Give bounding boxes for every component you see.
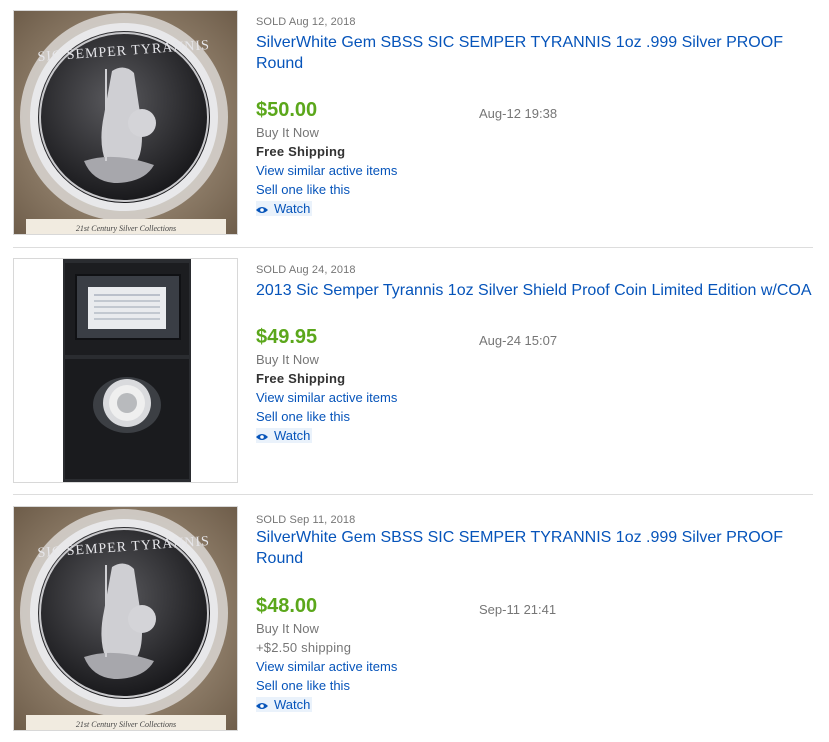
watch-button[interactable]: Watch (256, 428, 313, 443)
listing-end-time: Aug-24 15:07 (479, 333, 558, 348)
listing-format: Buy It Now (256, 621, 319, 636)
watch-label: Watch (274, 201, 311, 216)
listing-divider (13, 494, 813, 495)
listing-price: $49.95 (256, 326, 318, 348)
watch-button[interactable]: Watch (256, 697, 313, 712)
view-similar-link[interactable]: View similar active items (256, 163, 397, 178)
view-similar-link[interactable]: View similar active items (256, 659, 397, 674)
watch-button[interactable]: Watch (256, 201, 313, 216)
sold-date-label: SOLD Aug 12, 2018 (256, 16, 356, 28)
listing-thumbnail[interactable] (13, 258, 238, 483)
listing-shipping: +$2.50 shipping (256, 640, 352, 655)
listing-end-time: Aug-12 19:38 (479, 106, 558, 121)
listing-title-link[interactable]: SilverWhite Gem SBSS SIC SEMPER TYRANNIS… (256, 32, 821, 74)
sold-date-label: SOLD Aug 24, 2018 (256, 264, 356, 276)
listing-title-link[interactable]: SilverWhite Gem SBSS SIC SEMPER TYRANNIS… (256, 527, 821, 569)
watch-label: Watch (274, 697, 311, 712)
sell-one-like-this-link[interactable]: Sell one like this (256, 678, 350, 693)
svg-text:21st Century Silver Collection: 21st Century Silver Collections (76, 720, 176, 729)
eye-icon (256, 207, 268, 213)
eye-icon (256, 434, 268, 440)
listing-format: Buy It Now (256, 125, 319, 140)
listing-item: SIC SEMPER TYRANNIS 21st Century Silver … (0, 496, 829, 734)
sell-one-like-this-link[interactable]: Sell one like this (256, 182, 350, 197)
sell-one-like-this-link[interactable]: Sell one like this (256, 409, 350, 424)
sold-date-label: SOLD Sep 11, 2018 (256, 514, 356, 526)
coin-photo: SIC SEMPER TYRANNIS 21st Century Silver … (14, 507, 237, 730)
listing-thumbnail[interactable]: SIC SEMPER TYRANNIS 21st Century Silver … (13, 10, 238, 235)
coin-photo: SIC SEMPER TYRANNIS 21st Century Silver … (14, 11, 237, 234)
view-similar-link[interactable]: View similar active items (256, 390, 397, 405)
eye-icon (256, 703, 268, 709)
coin-box-photo (14, 259, 237, 482)
listing-format: Buy It Now (256, 352, 319, 367)
listing-shipping: Free Shipping (256, 144, 346, 159)
watch-label: Watch (274, 428, 311, 443)
listing-title-link[interactable]: 2013 Sic Semper Tyrannis 1oz Silver Shie… (256, 280, 826, 301)
listing-price: $48.00 (256, 595, 318, 617)
listing-item: SOLD Aug 24, 2018 2013 Sic Semper Tyrann… (0, 248, 829, 486)
listing-shipping: Free Shipping (256, 371, 346, 386)
listing-item: SIC SEMPER TYRANNIS 21st Century Silver … (0, 0, 829, 238)
listing-price: $50.00 (256, 99, 318, 121)
listing-thumbnail[interactable]: SIC SEMPER TYRANNIS 21st Century Silver … (13, 506, 238, 731)
svg-text:21st Century Silver Collection: 21st Century Silver Collections (76, 224, 176, 233)
listing-end-time: Sep-11 21:41 (479, 602, 557, 617)
